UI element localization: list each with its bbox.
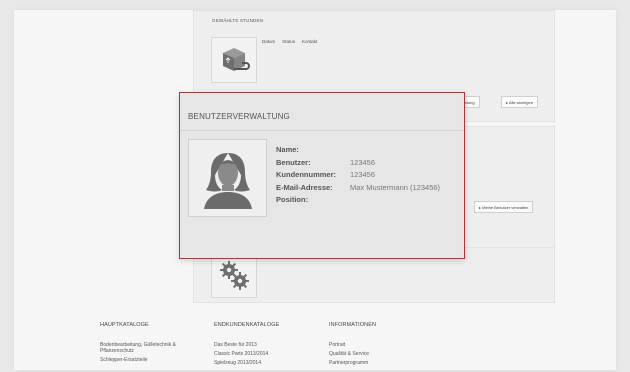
footer-column-main-catalogs: HAUPTKATALOGE Bodenbearbeitung, Gülletec…	[100, 322, 190, 366]
column-header: Datum	[262, 39, 276, 44]
footer-column-information: INFORMATIONEN Portrait Qualität & Servic…	[329, 322, 376, 369]
section-title: GEWÄHLTE STUNDEN	[212, 18, 264, 23]
table-headers: Datum Status Kontakt	[262, 39, 317, 44]
footer-link[interactable]: Qualität & Service	[329, 351, 376, 357]
field-label: Benutzer:	[276, 157, 311, 167]
field-label: Position:	[276, 195, 309, 204]
user-management-modal: BENUTZERVERWALTUNG Name: Benutzer: 12345…	[179, 92, 465, 259]
footer-link[interactable]: Bodenbearbeitung, Gülletechnik & Pflanze…	[100, 342, 190, 354]
field-value: 123456	[350, 170, 376, 179]
column-header: Kontakt	[302, 39, 318, 44]
show-all-button[interactable]: ▸ Alle anzeigen	[501, 96, 538, 108]
footer-heading: ENDKUNDENKATALOGE	[214, 322, 280, 328]
footer-column-customer-catalogs: ENDKUNDENKATALOGE Das Beste für 2013 Cla…	[214, 322, 279, 369]
manage-users-button[interactable]: ▸ Meine Benutzer verwalten	[474, 201, 534, 213]
field-label: Name:	[276, 145, 299, 154]
modal-title: BENUTZERVERWALTUNG	[188, 112, 290, 121]
field-value: Max Mustermann (123456)	[350, 182, 441, 192]
field-label: E-Mail-Adresse:	[276, 182, 333, 192]
field-label: Kundennummer:	[276, 170, 336, 179]
footer-heading: INFORMATIONEN	[329, 322, 377, 328]
footer-link[interactable]: Portrait	[329, 342, 376, 348]
field-value: 123456	[350, 157, 376, 167]
modal-divider	[180, 130, 464, 131]
column-header: Status	[282, 39, 296, 44]
user-avatar-icon	[188, 139, 267, 217]
footer-link[interactable]: Classic Parts 2013/2014	[214, 351, 279, 357]
footer-link[interactable]: Partnerprogramm	[329, 360, 376, 366]
package-hand-icon	[211, 37, 257, 83]
footer-link[interactable]: Das Beste für 2013	[214, 342, 279, 348]
footer-link[interactable]: Spielzeug 2013/2014	[214, 360, 279, 366]
footer-link[interactable]: Schlepper-Ersatzteile	[100, 357, 190, 363]
footer-heading: HAUPTKATALOGE	[100, 322, 149, 328]
